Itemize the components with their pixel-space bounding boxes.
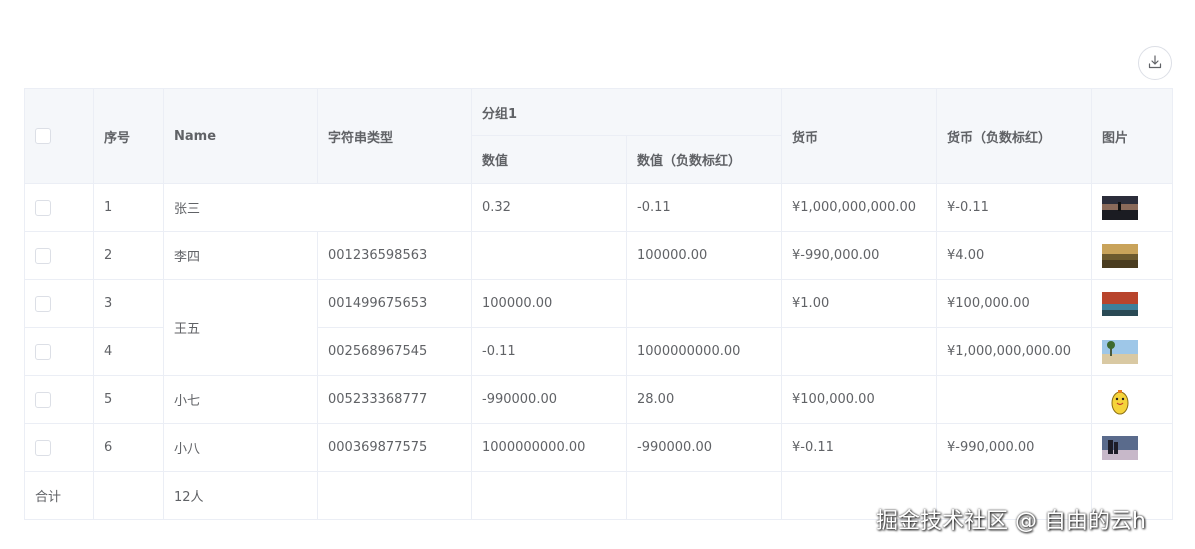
- row-checkbox[interactable]: [35, 391, 51, 408]
- cell-image: [1091, 423, 1174, 472]
- header-currency[interactable]: 货币: [781, 88, 938, 184]
- row-select-cell: [24, 327, 94, 376]
- cell-code: 001499675653: [317, 279, 472, 328]
- table-row[interactable]: 2 李四 001236598563 100000.00 ¥-990,000.00…: [24, 231, 1174, 280]
- data-table: 序号 Name 字符串类型 分组1 货币 货币（负数标红） 图片 数值 数值（负…: [24, 88, 1174, 520]
- cell-value: 1000000000.00: [471, 423, 627, 472]
- thumbnail-image[interactable]: [1102, 291, 1139, 316]
- row-select-cell: [24, 183, 94, 232]
- summary-empty: [317, 471, 472, 520]
- select-all-checkbox[interactable]: [35, 128, 51, 144]
- cell-image: [1091, 231, 1174, 280]
- cell-currency-red: ¥4.00: [936, 231, 1093, 280]
- cell-name: 李四: [163, 231, 318, 280]
- table-row[interactable]: 3 王五 001499675653 100000.00 ¥1.00 ¥100,0…: [24, 279, 1174, 376]
- cell-name: 小八: [163, 423, 318, 472]
- cell-index: 6: [93, 423, 164, 472]
- cell-name: 王五: [163, 279, 318, 376]
- cell-value-red: -990000.00: [625, 423, 783, 472]
- download-icon: [1148, 54, 1162, 73]
- cell-index: 5: [93, 375, 164, 424]
- cell-currency-red: ¥-990,000.00: [936, 423, 1093, 472]
- header-name[interactable]: Name: [163, 88, 318, 184]
- cell-value-red: 1000000000.00: [625, 327, 783, 376]
- row-checkbox[interactable]: [35, 343, 51, 360]
- cell-currency-red: ¥-0.11: [936, 183, 1093, 232]
- cell-currency: ¥1,000,000,000.00: [781, 183, 938, 232]
- cell-value-red: -0.11: [625, 183, 783, 232]
- cell-code: 000369877575: [317, 423, 472, 472]
- summary-empty: [625, 471, 783, 520]
- row-select-cell: [24, 231, 94, 280]
- cell-image: [1091, 375, 1174, 424]
- cell-value-red: 100000.00: [625, 231, 783, 280]
- cell-code: 001236598563: [317, 231, 472, 280]
- cell-currency: ¥-0.11: [781, 423, 938, 472]
- cell-value: -0.11: [471, 327, 627, 376]
- thumbnail-image[interactable]: [1102, 195, 1139, 220]
- cell-currency: ¥1.00: [781, 279, 938, 328]
- cell-value: -990000.00: [471, 375, 627, 424]
- select-all-cell: [24, 88, 94, 184]
- watermark: 掘金技术社区 @ 自由的云h: [876, 509, 1146, 534]
- cell-currency-red: ¥100,000.00: [936, 279, 1093, 328]
- row-select-cell: [24, 423, 94, 472]
- summary-empty: [471, 471, 627, 520]
- thumbnail-image[interactable]: [1102, 243, 1139, 268]
- thumbnail-image[interactable]: [1102, 435, 1139, 460]
- summary-empty: [93, 471, 164, 520]
- summary-label: 合计: [24, 471, 94, 520]
- row-checkbox[interactable]: [35, 247, 51, 264]
- cell-value: [471, 231, 627, 280]
- cell-index: 1: [93, 183, 164, 232]
- cell-image: [1091, 279, 1174, 328]
- download-button[interactable]: [1138, 46, 1172, 80]
- cell-code: 002568967545: [317, 327, 472, 376]
- cell-currency: ¥100,000.00: [781, 375, 938, 424]
- table-row[interactable]: 1 张三 0.32 -0.11 ¥1,000,000,000.00 ¥-0.11: [24, 183, 1174, 232]
- thumbnail-image[interactable]: [1102, 339, 1139, 364]
- cell-currency: ¥-990,000.00: [781, 231, 938, 280]
- header-currency-negative-red[interactable]: 货币（负数标红）: [936, 88, 1093, 184]
- cell-name: 小七: [163, 375, 318, 424]
- cell-value-red: [625, 279, 783, 328]
- header-image: 图片: [1091, 88, 1174, 184]
- cell-image: [1091, 183, 1174, 232]
- row-checkbox[interactable]: [35, 199, 51, 216]
- header-string-type[interactable]: 字符串类型: [317, 88, 472, 184]
- cell-code: 005233368777: [317, 375, 472, 424]
- table-row[interactable]: 5 小七 005233368777 -990000.00 28.00 ¥100,…: [24, 375, 1174, 424]
- thumbnail-image[interactable]: [1102, 388, 1138, 414]
- cell-image: [1091, 327, 1174, 376]
- row-select-cell: [24, 375, 94, 424]
- cell-currency-red: ¥1,000,000,000.00: [936, 327, 1093, 376]
- header-value[interactable]: 数值: [471, 135, 627, 184]
- summary-count: 12人: [163, 471, 318, 520]
- cell-value: 0.32: [471, 183, 627, 232]
- header-serial[interactable]: 序号: [93, 88, 164, 184]
- header-value-negative-red[interactable]: 数值（负数标红）: [625, 135, 783, 184]
- table-row[interactable]: 6 小八 000369877575 1000000000.00 -990000.…: [24, 423, 1174, 472]
- cell-value-red: 28.00: [625, 375, 783, 424]
- cell-index: 4: [93, 327, 164, 376]
- cell-name: 张三: [163, 183, 472, 232]
- cell-currency-red: [936, 375, 1093, 424]
- cell-index: 2: [93, 231, 164, 280]
- row-checkbox[interactable]: [35, 439, 51, 456]
- cell-value: 100000.00: [471, 279, 627, 328]
- row-checkbox[interactable]: [35, 295, 51, 312]
- header-group1: 分组1: [470, 88, 783, 136]
- cell-index: 3: [93, 279, 164, 328]
- row-select-cell: [24, 279, 94, 328]
- cell-currency: [781, 327, 938, 376]
